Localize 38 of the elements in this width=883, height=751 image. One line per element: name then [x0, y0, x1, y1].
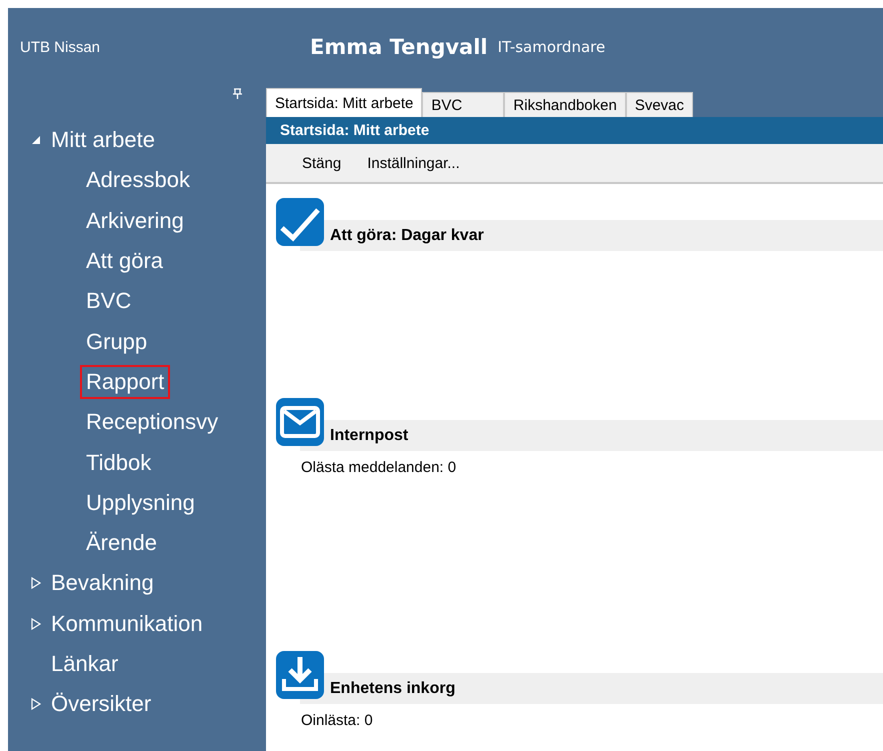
tab[interactable]: Startsida: Mitt arbete: [266, 88, 422, 117]
tree-item[interactable]: Mitt arbete: [45, 123, 161, 158]
collapsed-icon[interactable]: [30, 698, 42, 710]
tree-item[interactable]: BVC: [80, 284, 138, 318]
section-text: Olästa meddelanden: 0: [300, 459, 458, 476]
tab[interactable]: Rikshandboken: [504, 92, 626, 117]
tree-item[interactable]: Arkivering: [80, 204, 190, 238]
user-role: IT-samordnare: [498, 38, 606, 56]
toolbar-button[interactable]: Inställningar...: [367, 154, 460, 172]
envelope-icon: [276, 398, 324, 446]
section-heading: Internpost: [300, 420, 883, 451]
pin-icon[interactable]: [233, 88, 242, 99]
panel-title: Startsida: Mitt arbete: [266, 117, 883, 144]
tree-item[interactable]: Upplysning: [80, 486, 201, 520]
tree-item[interactable]: Rapport: [80, 364, 170, 399]
download-icon: [276, 651, 324, 699]
tree-item[interactable]: Bevakning: [45, 566, 160, 600]
user-name: Emma Tengvall: [310, 35, 488, 59]
section-heading: Att göra: Dagar kvar: [300, 220, 883, 251]
tab[interactable]: Svevac: [626, 92, 694, 117]
checkmark-icon: [276, 198, 324, 246]
tree-item[interactable]: Grupp: [80, 324, 154, 359]
unit-name: UTB Nissan: [20, 38, 102, 56]
section-heading: Enhetens inkorg: [300, 673, 883, 704]
tree-item[interactable]: Tidbok: [80, 446, 158, 480]
tree-item[interactable]: Adressbok: [80, 163, 196, 198]
tree-item[interactable]: Kommunikation: [45, 606, 209, 641]
tree-item[interactable]: Länkar: [45, 647, 124, 681]
section-text: Oinlästa: 0: [300, 712, 374, 729]
expanded-icon[interactable]: [30, 134, 42, 146]
tree-item[interactable]: Receptionsvy: [80, 405, 224, 440]
tree-item[interactable]: Ärende: [80, 526, 163, 560]
tree-item[interactable]: Att göra: [80, 244, 170, 278]
tree-item[interactable]: Översikter: [45, 687, 158, 722]
toolbar-button[interactable]: Stäng: [302, 154, 342, 172]
collapsed-icon[interactable]: [30, 577, 42, 590]
collapsed-icon[interactable]: [30, 618, 42, 630]
tab[interactable]: BVC: [422, 92, 504, 117]
